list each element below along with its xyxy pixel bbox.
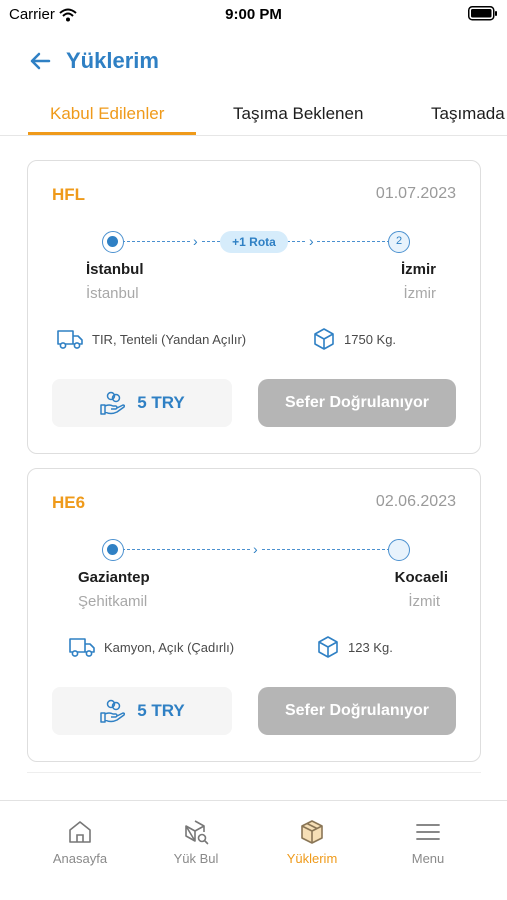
active-tab-indicator [28,132,196,135]
route-arrow-icon: › [190,232,201,250]
route-arrow-icon: › [250,540,261,558]
package-icon [314,328,334,350]
money-hand-icon [100,699,126,723]
back-arrow-icon[interactable] [28,49,52,73]
status-time: 9:00 PM [225,6,282,23]
extra-route-badge[interactable]: +1 Rota [220,231,288,253]
load-card[interactable]: HE6 02.06.2023 › Gaziantep Şehitkamil Ko… [27,468,481,762]
status-bar: Carrier 9:00 PM [0,0,507,30]
load-card[interactable]: HFL 01.07.2023 › +1 Rota › 2 İstanbul İs… [27,160,481,454]
destination-marker-icon [388,539,410,561]
destination-district: İzmit [408,593,440,610]
package-icon [318,636,338,658]
trip-status-button[interactable]: Sefer Doğrulanıyor [258,379,456,427]
battery-icon [468,6,497,21]
price-box[interactable]: 5 TRY [52,379,232,427]
money-hand-icon [100,391,126,415]
nav-yuk-bul[interactable]: Yük Bul [141,819,251,866]
origin-marker-icon [102,231,124,253]
load-date: 02.06.2023 [375,493,456,510]
destination-city: Kocaeli [394,569,448,586]
route-line: › +1 Rota › 2 [102,231,410,253]
page-title: Yüklerim [66,48,159,73]
price-amount: 5 TRY [137,393,185,412]
nav-label: Yük Bul [173,851,219,866]
vehicle-info: TIR, Tenteli (Yandan Açılır) [56,327,246,351]
nav-yuklerim[interactable]: Yüklerim [257,819,367,866]
nav-label: Yüklerim [286,851,338,866]
weight-info: 1750 Kg. [312,327,396,351]
vehicle-type: Kamyon, Açık (Çadırlı) [104,639,235,655]
load-weight: 1750 Kg. [344,331,397,347]
list-divider [27,772,481,782]
box-search-icon [185,820,209,845]
origin-marker-icon [102,539,124,561]
nav-label: Anasayfa [52,851,108,866]
load-code: HE6 [52,493,86,512]
bottom-navigation: Anasayfa Yük Bul Yüklerim Menu [0,800,507,900]
destination-district: İzmir [403,285,437,302]
price-amount: 5 TRY [137,701,185,720]
destination-city: İzmir [400,261,436,278]
origin-district: Şehitkamil [78,593,148,610]
tab-kabul-edilenler[interactable]: Kabul Edilenler [50,104,164,124]
vehicle-info: Kamyon, Açık (Çadırlı) [68,635,234,659]
vehicle-type: TIR, Tenteli (Yandan Açılır) [92,331,247,347]
nav-menu[interactable]: Menu [373,819,483,866]
tab-tasima-beklenen[interactable]: Taşıma Beklenen [233,104,363,124]
box-icon [301,820,323,844]
nav-anasayfa[interactable]: Anasayfa [25,819,135,866]
truck-icon [57,330,83,349]
menu-icon [416,824,440,840]
trip-status-button[interactable]: Sefer Doğrulanıyor [258,687,456,735]
nav-label: Menu [411,851,445,866]
origin-city: İstanbul [86,261,144,278]
load-weight: 123 Kg. [348,639,393,655]
truck-icon [69,638,95,657]
origin-city: Gaziantep [78,569,150,586]
origin-district: İstanbul [86,285,139,302]
destination-marker-icon: 2 [388,231,410,253]
tab-bar: Kabul Edilenler Taşıma Beklenen Taşımada [0,96,507,136]
weight-info: 123 Kg. [316,635,393,659]
home-icon [69,821,91,843]
load-code: HFL [52,185,86,204]
route-line: › [102,539,410,561]
price-box[interactable]: 5 TRY [52,687,232,735]
page-header: Yüklerim [28,48,159,74]
route-arrow-icon: › [306,232,317,250]
tab-tasimada[interactable]: Taşımada [431,104,505,124]
load-date: 01.07.2023 [375,185,456,202]
